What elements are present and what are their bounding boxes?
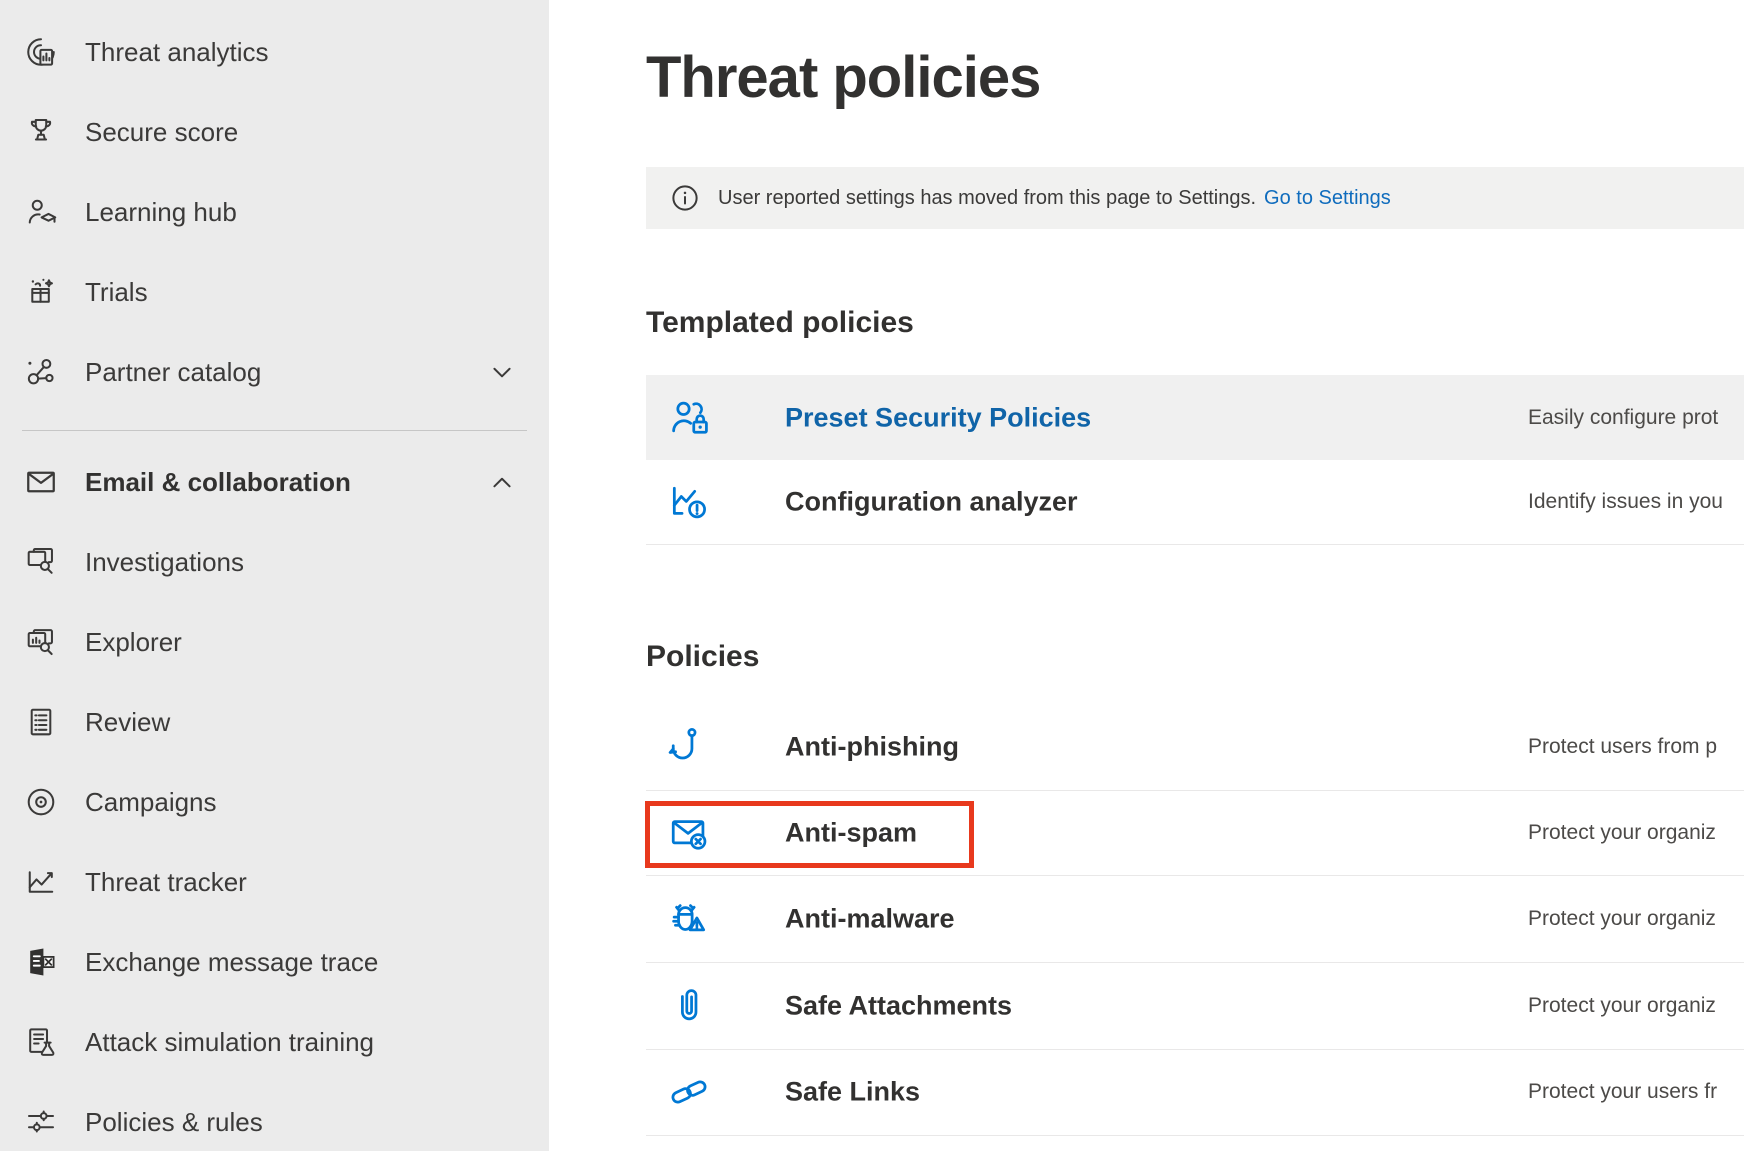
sidebar-item-investigations[interactable]: Investigations bbox=[0, 522, 549, 602]
sidebar-item-learning-hub[interactable]: Learning hub bbox=[0, 172, 549, 252]
row-title[interactable]: Anti-phishing bbox=[785, 732, 959, 763]
row-title[interactable]: Safe Links bbox=[785, 1077, 920, 1108]
info-banner: User reported settings has moved from th… bbox=[646, 167, 1744, 229]
sidebar-item-label: Investigations bbox=[85, 547, 244, 578]
row-divider bbox=[646, 1135, 1744, 1136]
row-anti-malware[interactable]: Anti-malware Protect your organiz bbox=[646, 875, 1744, 962]
sidebar-item-threat-tracker[interactable]: Threat tracker bbox=[0, 842, 549, 922]
sidebar-item-exchange-message-trace[interactable]: Exchange message trace bbox=[0, 922, 549, 1002]
safe-links-icon bbox=[666, 1069, 712, 1115]
sidebar-item-partner-catalog[interactable]: Partner catalog bbox=[0, 332, 549, 412]
row-description: Protect your users fr bbox=[1528, 1080, 1717, 1104]
sidebar-item-explorer[interactable]: Explorer bbox=[0, 602, 549, 682]
trials-icon bbox=[21, 272, 61, 312]
preset-security-icon bbox=[666, 395, 712, 441]
row-safe-attachments[interactable]: Safe Attachments Protect your organiz bbox=[646, 962, 1744, 1049]
nav-menu: Threat analytics Secure score Learning h… bbox=[0, 0, 549, 1162]
sidebar-item-secure-score[interactable]: Secure score bbox=[0, 92, 549, 172]
sidebar-item-label: Campaigns bbox=[85, 787, 217, 818]
row-description: Protect your organiz bbox=[1528, 994, 1716, 1018]
threat-tracker-icon bbox=[21, 862, 61, 902]
row-anti-spam[interactable]: Anti-spam Protect your organiz bbox=[646, 790, 1744, 875]
chevron-up-icon[interactable] bbox=[489, 469, 515, 495]
sidebar-divider bbox=[22, 430, 527, 431]
row-description: Identify issues in you bbox=[1528, 490, 1723, 514]
sidebar-item-label: Threat analytics bbox=[85, 37, 269, 68]
sidebar-item-label: Secure score bbox=[85, 117, 238, 148]
campaigns-icon bbox=[21, 782, 61, 822]
go-to-settings-link[interactable]: Go to Settings bbox=[1264, 187, 1391, 210]
row-title[interactable]: Anti-spam bbox=[785, 817, 917, 848]
sidebar-item-label: Explorer bbox=[85, 627, 182, 658]
chevron-down-icon[interactable] bbox=[489, 359, 515, 385]
investigations-icon bbox=[21, 542, 61, 582]
sidebar-item-threat-analytics[interactable]: Threat analytics bbox=[0, 12, 549, 92]
sidebar-item-label: Review bbox=[85, 707, 170, 738]
threat-policies-page: { "page": { "title": "Threat policies" }… bbox=[0, 0, 1744, 1151]
configuration-analyzer-icon bbox=[666, 479, 712, 525]
row-description: Protect users from p bbox=[1528, 735, 1717, 759]
sidebar-item-policies-rules[interactable]: Policies & rules bbox=[0, 1082, 549, 1162]
row-anti-phishing[interactable]: Anti-phishing Protect users from p bbox=[646, 704, 1744, 790]
sidebar-item-attack-simulation-training[interactable]: Attack simulation training bbox=[0, 1002, 549, 1082]
sidebar-item-label: Trials bbox=[85, 277, 148, 308]
sidebar-item-label: Attack simulation training bbox=[85, 1027, 374, 1058]
policies-rules-icon bbox=[21, 1102, 61, 1142]
sidebar-item-review[interactable]: Review bbox=[0, 682, 549, 762]
sidebar-item-label: Threat tracker bbox=[85, 867, 247, 898]
main-content: Threat policies User reported settings h… bbox=[549, 0, 1744, 1151]
sidebar-item-label: Exchange message trace bbox=[85, 947, 378, 978]
row-title-link[interactable]: Preset Security Policies bbox=[785, 402, 1091, 433]
row-title[interactable]: Anti-malware bbox=[785, 903, 955, 934]
row-safe-links[interactable]: Safe Links Protect your users fr bbox=[646, 1049, 1744, 1135]
sidebar-item-email-collaboration[interactable]: Email & collaboration bbox=[0, 442, 549, 522]
attack-simulation-icon bbox=[21, 1022, 61, 1062]
exchange-icon bbox=[21, 942, 61, 982]
sidebar-item-label: Partner catalog bbox=[85, 357, 261, 388]
review-icon bbox=[21, 702, 61, 742]
sidebar-item-label: Email & collaboration bbox=[85, 467, 351, 498]
safe-attachments-icon bbox=[666, 983, 712, 1029]
banner-message: User reported settings has moved from th… bbox=[718, 187, 1256, 210]
sidebar-item-campaigns[interactable]: Campaigns bbox=[0, 762, 549, 842]
row-description: Protect your organiz bbox=[1528, 907, 1716, 931]
email-collaboration-icon bbox=[21, 462, 61, 502]
sidebar-item-label: Policies & rules bbox=[85, 1107, 263, 1138]
row-title[interactable]: Safe Attachments bbox=[785, 990, 1012, 1021]
partner-catalog-icon bbox=[21, 352, 61, 392]
threat-analytics-icon bbox=[21, 32, 61, 72]
row-preset-security-policies[interactable]: Preset Security Policies Easily configur… bbox=[646, 375, 1744, 460]
row-description: Easily configure prot bbox=[1528, 406, 1718, 430]
policies-heading: Policies bbox=[646, 640, 759, 674]
row-divider bbox=[646, 544, 1744, 545]
explorer-icon bbox=[21, 622, 61, 662]
anti-malware-icon bbox=[666, 896, 712, 942]
secure-score-icon bbox=[21, 112, 61, 152]
row-configuration-analyzer[interactable]: Configuration analyzer Identify issues i… bbox=[646, 460, 1744, 544]
sidebar-item-trials[interactable]: Trials bbox=[0, 252, 549, 332]
page-title: Threat policies bbox=[646, 44, 1040, 111]
templated-policies-heading: Templated policies bbox=[646, 306, 914, 340]
row-description: Protect your organiz bbox=[1528, 821, 1716, 845]
left-nav-sidebar: Threat analytics Secure score Learning h… bbox=[0, 0, 549, 1151]
anti-phishing-icon bbox=[666, 724, 712, 770]
info-icon bbox=[670, 183, 700, 213]
learning-hub-icon bbox=[21, 192, 61, 232]
sidebar-item-label: Learning hub bbox=[85, 197, 237, 228]
anti-spam-icon bbox=[666, 810, 712, 856]
row-title[interactable]: Configuration analyzer bbox=[785, 487, 1078, 518]
